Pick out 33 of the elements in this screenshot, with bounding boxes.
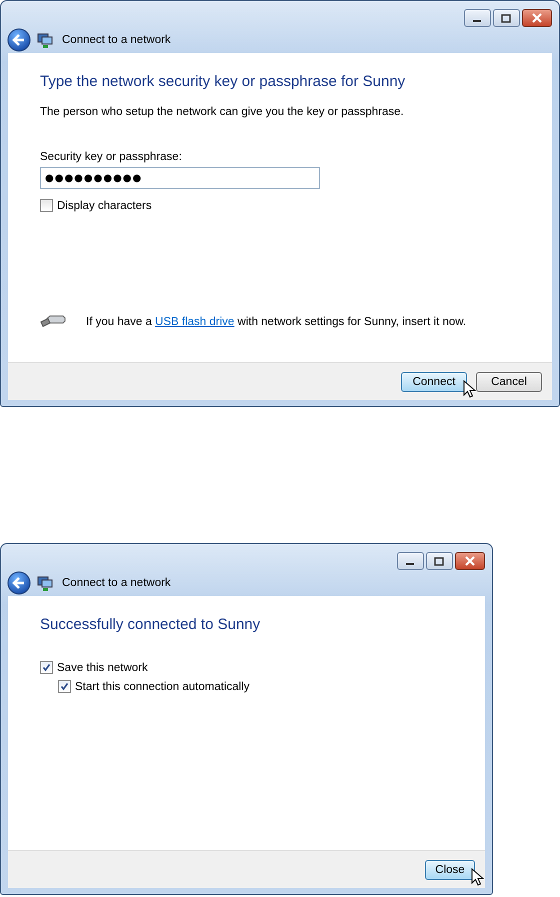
window-title: Connect to a network (62, 577, 171, 589)
dialog-heading: Type the network security key or passphrase for Sunny (40, 73, 406, 90)
network-icon (37, 32, 53, 48)
back-button[interactable] (7, 28, 31, 52)
close-button[interactable] (522, 9, 552, 27)
dialog-button[interactable]: Close (425, 860, 475, 880)
dialog-heading: Successfully connected to Sunny (40, 616, 262, 633)
dialog-button[interactable]: Cancel (476, 372, 542, 392)
back-button[interactable] (7, 571, 31, 595)
checkbox[interactable] (58, 680, 71, 693)
checkbox-label: Display characters (57, 200, 152, 212)
checkbox-label: Save this network (57, 662, 148, 674)
checkbox[interactable] (40, 199, 53, 212)
check-icon (42, 663, 51, 672)
cursor-icon (471, 868, 484, 886)
close-button[interactable] (455, 552, 485, 570)
minimize-button[interactable] (464, 9, 491, 27)
maximize-button[interactable] (493, 9, 520, 27)
usb-note-text: If you have a USB flash drive with network settings for Sunny, insert it now. (86, 316, 466, 328)
window-title: Connect to a network (62, 34, 171, 46)
maximize-button[interactable] (426, 552, 453, 570)
dialog-button[interactable]: Connect (401, 372, 467, 392)
usb-drive-icon (40, 315, 66, 328)
description-text: The person who setup the network can give you the key or passphrase. (40, 106, 405, 118)
network-icon (37, 575, 53, 591)
check-icon (60, 682, 69, 691)
minimize-button[interactable] (397, 552, 424, 570)
password-field[interactable]: ●●●●●●●●●● (40, 167, 320, 189)
cursor-icon (463, 380, 476, 398)
usb-flash-drive-link[interactable]: USB flash drive (155, 316, 234, 328)
field-label: Security key or passphrase: (40, 151, 183, 163)
checkbox[interactable] (40, 661, 53, 674)
checkbox-label: Start this connection automatically (75, 680, 250, 692)
